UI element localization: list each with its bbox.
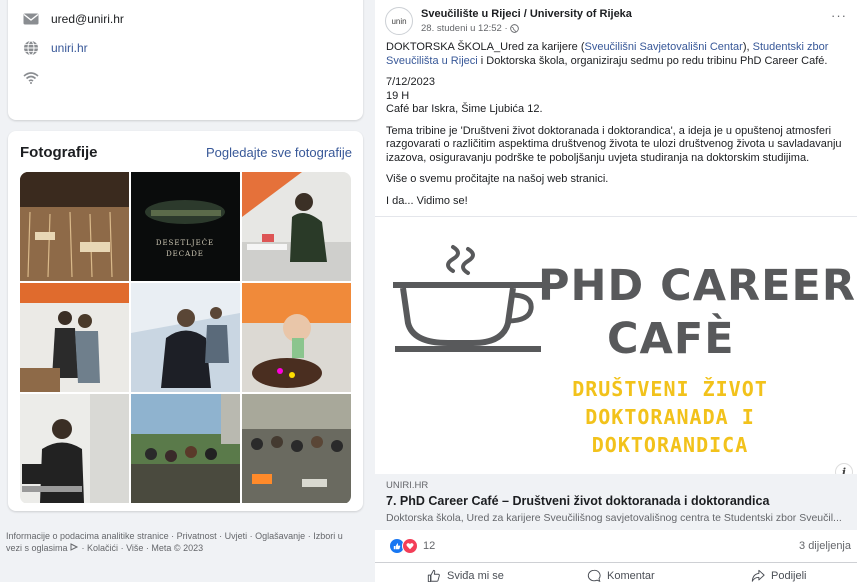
share-icon (751, 569, 765, 582)
photos-card: Fotografije Pogledajte sve fotografije D… (8, 131, 363, 511)
info-icon[interactable]: i (835, 463, 853, 474)
link-preview[interactable]: UNIRI.HR 7. PhD Career Café – Društveni … (375, 474, 857, 530)
coffee-cup-icon (393, 245, 543, 352)
love-reaction-icon (402, 538, 418, 554)
footer-link[interactable]: Uvjeti (225, 531, 248, 541)
link-description: Doktorska škola, Ured za karijere Sveuči… (386, 512, 842, 524)
post-date: 7/12/2023 (386, 76, 435, 88)
promo-subtitle-1: DRUŠTVENI ŽIVOT (572, 377, 768, 401)
promo-subtitle-3: DOKTORANDICA (591, 433, 749, 457)
comment-label[interactable]: Komentar (607, 570, 655, 582)
photo-tile[interactable] (20, 283, 129, 392)
wifi-row (23, 72, 39, 84)
email-row[interactable]: ured@uniri.hr (23, 12, 124, 26)
promo-title-line2: CAFÈ (607, 314, 735, 364)
post-closing: I da... Vidimo se! (386, 194, 468, 207)
comment-button[interactable]: Komentar (587, 569, 655, 582)
promo-subtitle-2: DOKTORANADA I (585, 405, 755, 429)
footer-link[interactable]: Privatnost (177, 531, 217, 541)
thumbs-up-icon (427, 569, 440, 582)
photo-tile[interactable] (131, 283, 240, 392)
globe-icon (24, 40, 38, 56)
envelope-icon (23, 13, 39, 25)
poster-text-1: DESETLJEĆE (156, 238, 214, 247)
photo-tile[interactable] (242, 283, 351, 392)
post-topic: Tema tribine je 'Društveni život doktora… (386, 124, 842, 164)
photos-title: Fotografije (20, 144, 98, 161)
page-avatar[interactable]: unin (385, 7, 413, 35)
post-author[interactable]: Sveučilište u Rijeci / University of Rij… (421, 8, 632, 20)
page-footer: Informacije o podacima analitike stranic… (6, 531, 343, 553)
email-text[interactable]: ured@uniri.hr (51, 12, 124, 26)
see-all-photos-link[interactable]: Pogledajte sve fotografije (206, 145, 352, 160)
like-button[interactable]: Sviđa mi se (427, 569, 504, 582)
link-title[interactable]: 7. PhD Career Café – Društveni život dok… (386, 494, 769, 508)
promo-title-line1: PHD CAREER (538, 261, 856, 311)
reactions-count[interactable]: 12 (423, 540, 435, 552)
adchoices-icon (70, 543, 79, 551)
more-options-icon[interactable]: ··· (831, 8, 847, 23)
post-place: Café bar Iskra, Šime Ljubića 12. (386, 103, 543, 115)
shares-count[interactable]: 3 dijeljenja (799, 540, 851, 552)
poster-text-2: DECADE (166, 250, 204, 258)
globe-icon (509, 24, 519, 33)
photo-tile[interactable] (20, 172, 129, 281)
post-hour: 19 H (386, 89, 410, 102)
footer-link[interactable]: Informacije o podacima analitike stranic… (6, 531, 169, 541)
photo-tile[interactable]: DESETLJEĆE DECADE (131, 172, 240, 281)
website-row[interactable]: uniri.hr (23, 40, 88, 56)
link-domain: UNIRI.HR (386, 480, 429, 491)
post-timestamp[interactable]: 28. studeni u 12:52 · (421, 23, 519, 34)
photo-tile[interactable] (20, 394, 129, 503)
photo-tile[interactable] (131, 394, 240, 503)
post-time-text[interactable]: 28. studeni u 12:52 · (421, 23, 508, 34)
contact-card: ured@uniri.hr uniri.hr (8, 0, 363, 120)
wifi-icon (23, 72, 39, 84)
like-label[interactable]: Sviđa mi se (447, 570, 504, 582)
footer-link[interactable]: Kolačići (87, 543, 118, 553)
comment-icon (587, 569, 601, 582)
photo-tile[interactable] (242, 172, 351, 281)
photo-grid: DESETLJEĆE DECADE (20, 172, 351, 504)
share-label[interactable]: Podijeli (771, 570, 806, 582)
footer-link[interactable]: Oglašavanje (255, 531, 305, 541)
reactions-summary[interactable]: 12 (389, 538, 435, 554)
post-intro: DOKTORSKA ŠKOLA_Ured za karijere (Sveuči… (386, 41, 829, 67)
post-more-info: Više o svemu pročitajte na našoj web str… (386, 173, 609, 185)
share-button[interactable]: Podijeli (751, 569, 806, 582)
promo-image[interactable]: PHD CAREER CAFÈ DRUŠTVENI ŽIVOT DOKTORAN… (375, 216, 857, 474)
photo-tile[interactable] (242, 394, 351, 503)
feed-post: unin Sveučilište u Rijeci / University o… (375, 0, 857, 582)
footer-copyright: Meta © 2023 (151, 543, 204, 553)
post-body: DOKTORSKA ŠKOLA_Ured za karijere (Sveuči… (386, 41, 852, 208)
website-link[interactable]: uniri.hr (51, 41, 88, 55)
mention-link[interactable]: Sveučilišni Savjetovališni Centar (584, 41, 742, 53)
post-actions-bar: Sviđa mi se Komentar Podijeli (375, 562, 857, 582)
footer-link[interactable]: Više (126, 543, 143, 553)
